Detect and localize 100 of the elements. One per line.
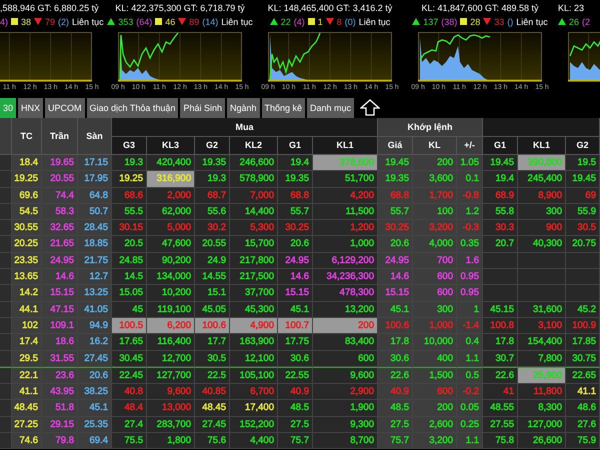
cell-value: 19.4 [290,157,309,168]
floor-count: (2) [58,16,70,26]
cell-value: 40.85 [202,386,226,398]
square-icon [308,18,315,25]
cell-value: 17.95 [84,173,108,184]
cell-value: 27.45 [84,352,108,364]
market-tab[interactable]: Danh mục [307,98,354,118]
cell-value: 22.45 [119,370,143,381]
cell-value: 27.6 [578,418,596,430]
cell-value: 20.6 [290,238,309,250]
cell-value: 1,800 [167,435,191,446]
cell-value: 20.6 [90,370,108,381]
unchanged-count: 1 [318,16,323,26]
cell-value: 10,200 [162,287,191,298]
cell-value: 19.35 [202,157,226,168]
cell-value: 200 [358,320,374,331]
cell-value: 2,600 [429,418,453,430]
cell-value: 45.1 [390,304,409,315]
cell-value: 8,700 [350,435,374,446]
cell-value: 1,000 [429,320,453,331]
cell-value: 19.25 [14,173,38,184]
cell-value: 83,400 [344,336,374,348]
cell-value: 75.8 [496,435,514,446]
cell-value: 9,600 [350,370,374,381]
column-header: Sàn [78,118,112,155]
column-header: G2 [566,136,600,155]
advances-count: 26 [569,16,580,26]
cell-value: 8,900 [538,190,562,201]
market-tab[interactable]: Phái Sinh [180,98,225,118]
cell-value: 3,200 [429,435,453,446]
cell-value: 30.5 [208,352,226,364]
cell-value: 17.85 [572,336,596,348]
cell-value: 6,700 [250,386,274,398]
cell-value: 127,700 [156,370,191,381]
session-status: Liên tục [72,16,104,26]
cell-value: 30.75 [572,352,596,364]
column-header: TC [12,118,42,155]
cell-value: 4,400 [250,435,274,446]
market-tab[interactable]: Ngành [226,98,260,118]
cell-value: 29.5 [20,352,38,364]
cell-value: 6,129,200 [332,254,374,266]
cell-value: 48.4 [124,402,143,414]
cell-value: 51,700 [344,173,374,184]
declines-count: 8 [336,16,342,26]
cell-value: 100.8 [490,320,514,331]
cell-value: 30.2 [208,222,226,234]
advances-count: 353 [118,16,134,26]
cell-value: 100.9 [572,320,596,331]
cell-value: 15.15 [385,287,409,298]
cell-value: 48.45 [202,402,226,414]
cell-value: 0.35 [460,238,479,250]
cell-value: 246,600 [240,157,274,168]
market-tab[interactable]: UPCOM [45,98,85,118]
ceiling-count: (38) [441,16,458,26]
cell-value: 100.6 [202,320,226,331]
column-header: G3 [112,136,147,155]
cell-value: 45.05 [202,304,226,315]
cell-value: 25.35 [84,418,108,430]
index-summary: KL: 41,847,600 GT: 489.58 tỷ [421,3,539,15]
cell-value: 48.55 [490,402,514,414]
cell-value: 18.6 [56,336,74,348]
cell-value: 100 [437,206,453,217]
cell-value: 79.8 [56,435,74,446]
cell-value: 25,900 [532,370,562,381]
cell-value: 2,000 [167,190,191,201]
cell-value: 69 [585,190,596,201]
up-arrow-icon[interactable] [360,99,380,116]
cell-value: 30.15 [119,222,143,234]
market-tab[interactable]: Giao dịch Thỏa thuận [86,98,178,118]
cell-value: 13.65 [14,271,38,282]
cell-value: 54.5 [20,206,38,217]
cell-value: 45.1 [90,402,108,414]
cell-value: 19.45 [385,157,409,168]
cell-value: 20.75 [572,238,596,250]
cell-value: 13.25 [84,287,108,298]
cell-value: 21.75 [84,254,108,266]
cell-value: 100.6 [385,320,409,331]
cell-value: 45.15 [490,304,514,315]
column-group-header: Mua [112,118,378,136]
cell-value: 43.95 [50,386,74,398]
cell-value: 68.6 [124,190,143,201]
index-summary: KL: 422,375,300 GT: 6,718.79 tỷ [115,3,245,15]
floor-count: (0) [344,16,356,26]
market-tab[interactable]: Thống kê [262,98,306,118]
market-tab[interactable]: HNX [18,98,44,118]
square-icon [11,18,18,25]
index-summary: KL: 23 [558,3,584,15]
cell-value: 600 [437,287,453,298]
cell-value: 44.1 [20,304,38,315]
cell-value: 1,000 [350,238,374,250]
cell-value: 17.65 [119,336,143,348]
cell-value: 74.6 [20,435,38,446]
cell-value: 13,200 [344,304,374,315]
cell-value: 45.1 [290,304,309,315]
cell-value: 20.6 [390,238,409,250]
cell-value: 20.7 [496,238,514,250]
cell-value: 0.05 [460,402,479,414]
cell-value: 75.7 [290,435,309,446]
cell-value: 152,200 [240,418,274,430]
cell-value: 17.4 [20,336,38,348]
